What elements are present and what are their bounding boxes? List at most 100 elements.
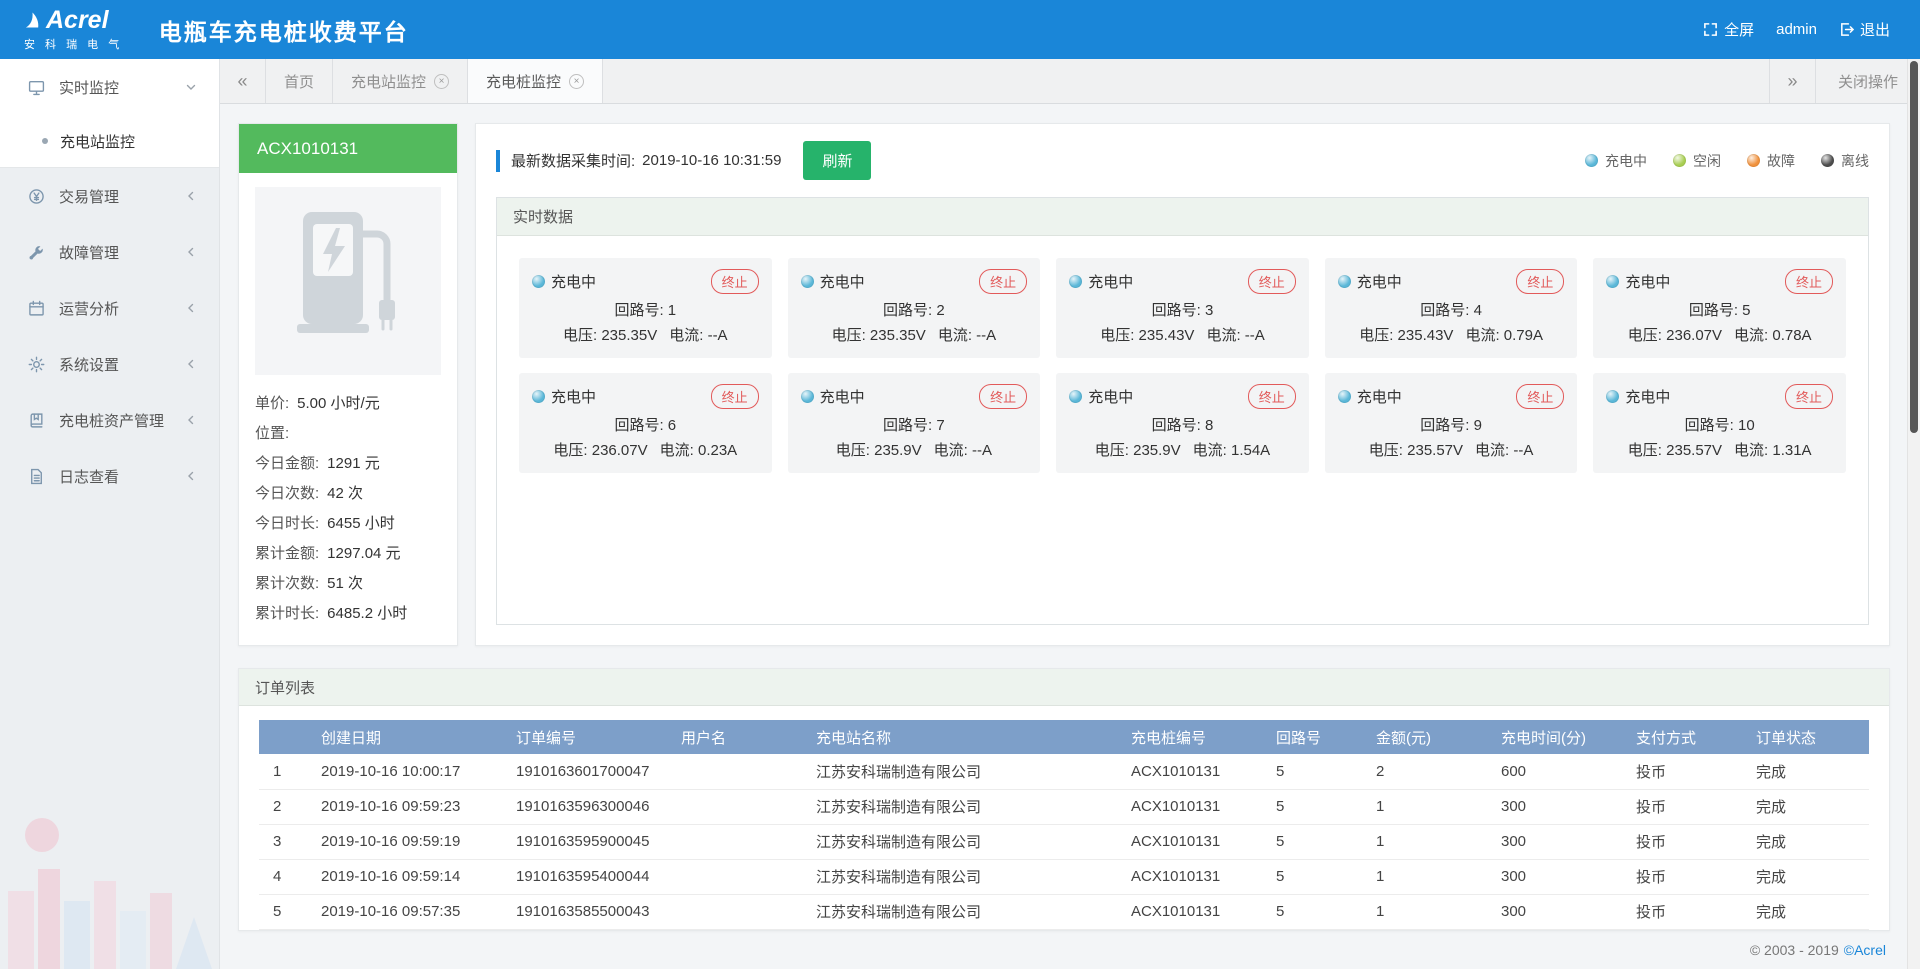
channel-card-9: 充电中终止回路号: 9电压: 235.57V电流: --A — [1325, 373, 1578, 473]
status-dot-icon — [1069, 275, 1082, 288]
channel-circuit: 回路号: 9 — [1338, 414, 1565, 435]
cell: 600 — [1487, 754, 1622, 789]
cell: 5 — [1262, 754, 1362, 789]
sidebar-item-4[interactable]: 运营分析 — [0, 280, 219, 336]
stat-value: 1297.04 元 — [327, 539, 400, 569]
stop-button[interactable]: 终止 — [1785, 269, 1833, 294]
channel-header: 充电中终止 — [801, 384, 1028, 409]
channel-header: 充电中 终止 — [1338, 384, 1565, 409]
stop-button[interactable]: 终止 — [711, 384, 759, 409]
cell: 300 — [1487, 859, 1622, 894]
content-area: ACX1010131 — [220, 104, 1920, 969]
sidebar-item-7[interactable]: 日志查看 — [0, 448, 219, 504]
channel-voltage: 电压: 235.43V — [1359, 327, 1453, 344]
channel-status-label: 充电中 — [1625, 386, 1670, 407]
cell: 1910163595900045 — [502, 824, 667, 859]
double-chevron-right-icon: » — [1787, 71, 1797, 92]
cell: 5 — [1262, 824, 1362, 859]
realtime-data-box: 实时数据 充电中终止回路号: 1电压: 235.35V电流: --A充电中终止回… — [496, 197, 1869, 625]
stop-button[interactable]: 终止 — [1516, 269, 1564, 294]
menu-label: 实时监控 — [59, 77, 185, 98]
logout-label: 退出 — [1860, 19, 1890, 40]
monitor-panel: 最新数据采集时间: 2019-10-16 10:31:59 刷新 充电中空闲故障… — [475, 123, 1890, 646]
channel-grid: 充电中终止回路号: 1电压: 235.35V电流: --A充电中终止回路号: 2… — [497, 236, 1868, 495]
logout-icon — [1839, 22, 1854, 37]
sidebar-item-5[interactable]: 系统设置 — [0, 336, 219, 392]
cell: 1910163595400044 — [502, 859, 667, 894]
cell: 5 — [1262, 789, 1362, 824]
chevron-down-icon — [185, 81, 197, 93]
fullscreen-button[interactable]: 全屏 — [1703, 19, 1754, 40]
stop-button[interactable]: 终止 — [1785, 384, 1833, 409]
tab-label: 充电桩监控 — [486, 71, 561, 92]
chevron-left-icon — [185, 302, 197, 314]
sidebar-item-6[interactable]: 充电桩资产管理 — [0, 392, 219, 448]
tab-1[interactable]: 首页 — [266, 59, 333, 103]
cell: 1910163601700047 — [502, 754, 667, 789]
scrollbar-thumb[interactable] — [1910, 61, 1918, 433]
channel-status: 充电中 — [532, 386, 596, 407]
user-menu[interactable]: admin — [1776, 21, 1817, 38]
channel-voltage: 电压: 235.57V — [1369, 442, 1463, 459]
channel-current: 电流: --A — [938, 327, 996, 344]
status-dot-icon — [1821, 154, 1834, 167]
stop-button[interactable]: 终止 — [711, 269, 759, 294]
cell: 江苏安科瑞制造有限公司 — [802, 824, 1117, 859]
stat-label: 今日时长: — [255, 509, 319, 539]
stat-row: 累计金额:1297.04 元 — [255, 539, 441, 569]
tab-close-icon[interactable]: × — [569, 74, 584, 89]
stat-label: 单价: — [255, 389, 289, 419]
sidebar-subitem[interactable]: 充电站监控 — [0, 115, 219, 167]
fullscreen-icon — [1703, 22, 1718, 37]
body-row: 实时监控充电站监控交易管理故障管理运营分析系统设置充电桩资产管理日志查看 « 首… — [0, 59, 1920, 969]
stop-button[interactable]: 终止 — [1248, 384, 1296, 409]
menu-label: 日志查看 — [59, 466, 185, 487]
cell — [667, 859, 802, 894]
table-row[interactable]: 32019-10-16 09:59:191910163595900045江苏安科… — [259, 824, 1869, 859]
channel-circuit: 回路号: 5 — [1606, 299, 1833, 320]
stop-button[interactable]: 终止 — [979, 269, 1027, 294]
asset-icon — [28, 411, 46, 429]
stop-button[interactable]: 终止 — [979, 384, 1027, 409]
refresh-button[interactable]: 刷新 — [803, 141, 871, 180]
log-icon — [28, 467, 46, 485]
stat-value: 6485.2 小时 — [327, 599, 407, 629]
tab-bar: « 首页充电站监控× 充电桩监控 × » 关闭操作 — [220, 59, 1920, 104]
sidebar-item-2[interactable]: 交易管理 — [0, 168, 219, 224]
table-row[interactable]: 22019-10-16 09:59:231910163596300046江苏安科… — [259, 789, 1869, 824]
channel-values: 电压: 235.35V电流: --A — [532, 324, 759, 345]
sidebar: 实时监控充电站监控交易管理故障管理运营分析系统设置充电桩资产管理日志查看 — [0, 59, 220, 969]
footer-brand-link[interactable]: ©Acrel — [1844, 942, 1886, 958]
channel-current: 电流: 0.79A — [1465, 327, 1543, 344]
tab-2[interactable]: 充电站监控× — [333, 59, 468, 103]
channel-values: 电压: 235.57V电流: 1.31A — [1606, 439, 1833, 460]
sidebar-item-3[interactable]: 故障管理 — [0, 224, 219, 280]
tab-spacer — [603, 59, 1769, 103]
channel-current: 电流: 0.23A — [660, 442, 738, 459]
tabs-scroll-right-button[interactable]: » — [1769, 59, 1815, 103]
tabs-scroll-left-button[interactable]: « — [220, 59, 266, 103]
channel-status: 充电中 — [1606, 271, 1670, 292]
fullscreen-label: 全屏 — [1724, 19, 1754, 40]
tab-3[interactable]: 充电桩监控 × — [468, 59, 603, 103]
sidebar-item-1[interactable]: 实时监控 — [0, 59, 219, 115]
channel-header: 充电中终止 — [1069, 269, 1296, 294]
logout-button[interactable]: 退出 — [1839, 19, 1890, 40]
channel-voltage: 电压: 235.9V — [1095, 442, 1181, 459]
close-operations-button[interactable]: 关闭操作 — [1815, 59, 1920, 103]
table-row[interactable]: 52019-10-16 09:57:351910163585500043江苏安科… — [259, 894, 1869, 929]
tab-close-icon[interactable]: × — [434, 74, 449, 89]
channel-voltage: 电压: 236.07V — [1628, 327, 1722, 344]
channel-status-label: 充电中 — [1357, 386, 1402, 407]
table-row[interactable]: 42019-10-16 09:59:141910163595400044江苏安科… — [259, 859, 1869, 894]
cell: 2019-10-16 09:59:14 — [307, 859, 502, 894]
column-header-8: 充电时间(分) — [1487, 720, 1622, 754]
legend-item: 故障 — [1747, 151, 1795, 171]
cell: 2019-10-16 09:59:23 — [307, 789, 502, 824]
column-header-3: 用户名 — [667, 720, 802, 754]
table-row[interactable]: 12019-10-16 10:00:171910163601700047江苏安科… — [259, 754, 1869, 789]
stop-button[interactable]: 终止 — [1516, 384, 1564, 409]
vertical-scrollbar[interactable] — [1907, 59, 1920, 969]
legend-label: 故障 — [1767, 151, 1795, 171]
stop-button[interactable]: 终止 — [1248, 269, 1296, 294]
